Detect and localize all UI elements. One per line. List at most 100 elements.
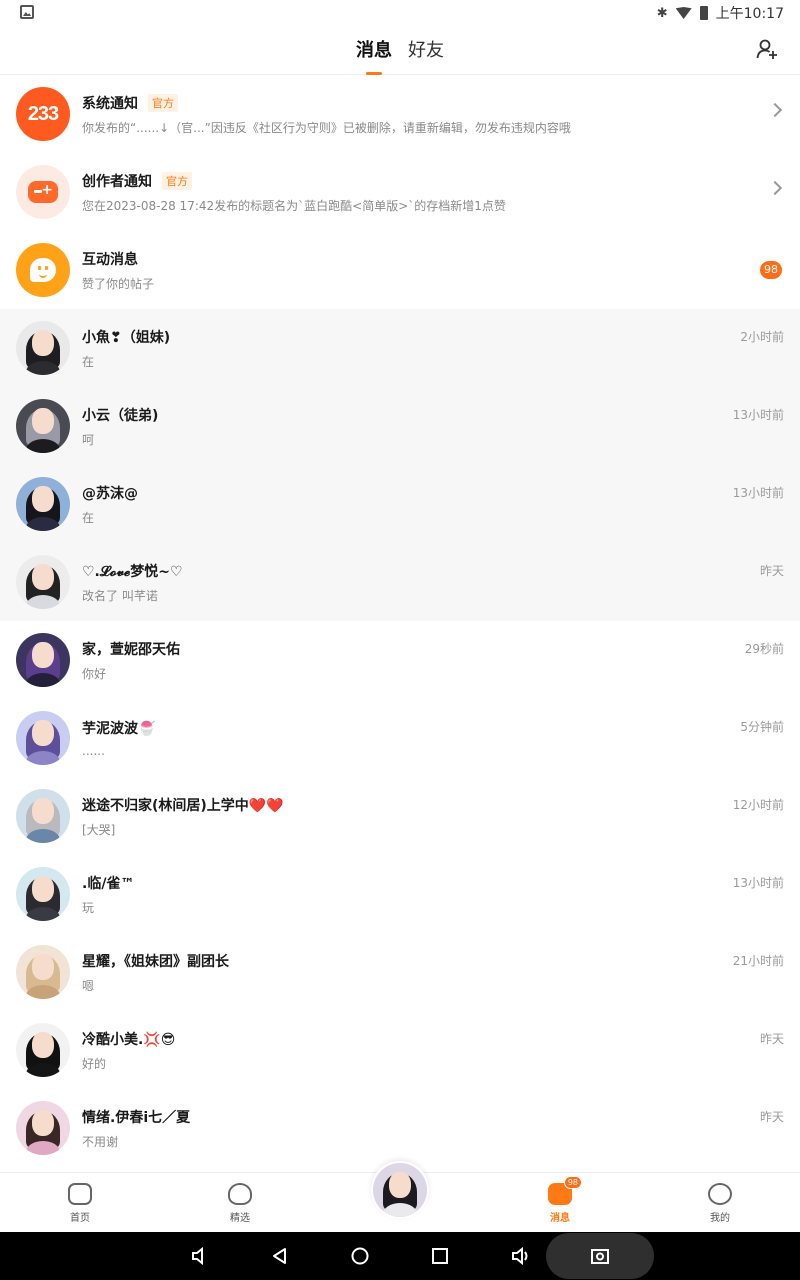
chat-time: 昨天 (759, 1110, 784, 1124)
system-notice-item[interactable]: 233 系统通知 官方 你发布的“......↓（官...”因违反《社区行为守则… (0, 75, 800, 153)
chat-preview: 在 (82, 354, 95, 369)
official-tag: 官方 (148, 93, 178, 112)
add-friend-icon[interactable] (756, 38, 778, 60)
nav-featured[interactable]: 精选 (200, 1183, 280, 1224)
chat-time: 13小时前 (732, 876, 784, 890)
interaction-avatar (16, 243, 70, 297)
chat-preview: 呵 (82, 432, 95, 447)
chat-time: 13小时前 (732, 486, 784, 500)
recents-icon[interactable] (430, 1246, 450, 1266)
volume-up-icon[interactable] (510, 1246, 530, 1266)
chat-name: .临/雀™ (82, 875, 135, 892)
chat-item[interactable]: .临/雀™ 玩 13小时前 (0, 855, 800, 933)
item-name: 互动消息 (82, 251, 138, 268)
item-preview: 赞了你的帖子 (82, 276, 155, 291)
wifi-icon (675, 7, 692, 19)
chat-preview: 在 (82, 510, 95, 525)
chat-preview: 不用谢 (82, 1134, 119, 1149)
chat-time: 昨天 (759, 1032, 784, 1046)
chat-item[interactable]: 冷酷小美.💢😎 好的 昨天 (0, 1011, 800, 1089)
chat-item[interactable]: 芋泥波波🍧 ...... 5分钟前 (0, 699, 800, 777)
chat-name: ♡.𝓛𝓸𝓿𝓮梦悦~♡ (82, 563, 183, 580)
chat-name: 星耀，《姐妹团》副团长 (82, 953, 229, 970)
creator-notice-avatar (16, 165, 70, 219)
system-notice-avatar: 233 (16, 87, 70, 141)
chat-item[interactable]: 家，萱妮邵天佑 你好 29秒前 (0, 621, 800, 699)
item-name: 系统通知 (82, 95, 138, 112)
chat-item[interactable]: 小魚❣（姐妹) 在 2小时前 (0, 309, 800, 387)
bottom-nav: 首页 精选 98 消息 我的 (0, 1161, 800, 1232)
chat-name: @苏沫@ (82, 485, 138, 502)
tab-messages[interactable]: 消息 (356, 36, 392, 62)
avatar (16, 867, 70, 921)
official-tag: 官方 (162, 171, 192, 190)
nav-messages[interactable]: 98 消息 (520, 1176, 600, 1224)
nav-unread-badge: 98 (563, 1176, 582, 1189)
avatar (16, 945, 70, 999)
avatar (16, 555, 70, 609)
chat-preview: 你好 (82, 666, 107, 681)
item-preview: 你发布的“......↓（官...”因违反《社区行为守则》已被删除，请重新编辑，… (82, 120, 571, 135)
avatar (16, 789, 70, 843)
chat-time: 12小时前 (732, 798, 784, 812)
smile-bubble-icon (30, 258, 56, 282)
chat-preview: 玩 (82, 900, 95, 915)
image-notification-icon (20, 5, 34, 19)
back-icon[interactable] (270, 1246, 290, 1266)
home-icon[interactable] (350, 1246, 370, 1266)
gamepad-icon (68, 1183, 92, 1205)
chat-item[interactable]: 迷途不归家(林间居)上学中❤️❤️ [大哭] 12小时前 (0, 777, 800, 855)
message-list: 233 系统通知 官方 你发布的“......↓（官...”因违反《社区行为守则… (0, 75, 800, 1167)
chat-time: 21小时前 (732, 954, 784, 968)
chat-preview: ...... (82, 744, 105, 758)
chat-name: 小魚❣（姐妹) (82, 329, 171, 346)
chat-time: 昨天 (759, 564, 784, 578)
bluetooth-icon: ✱ (656, 5, 668, 21)
header: 消息 好友 (0, 24, 800, 75)
avatar (16, 477, 70, 531)
chat-preview: 嗯 (82, 978, 95, 993)
chat-item[interactable]: 小云（徒弟) 呵 13小时前 (0, 387, 800, 465)
chat-name: 迷途不归家(林间居)上学中❤️❤️ (82, 797, 284, 814)
interaction-notice-item[interactable]: 互动消息 赞了你的帖子 98 (0, 231, 800, 309)
chat-name: 情绪.伊春i七／夏 (82, 1109, 191, 1126)
chat-item[interactable]: 情绪.伊春i七／夏 不用谢 昨天 (0, 1089, 800, 1167)
chat-time: 13小时前 (732, 408, 784, 422)
avatar (16, 321, 70, 375)
chat-preview: 改名了 叫芊诺 (82, 588, 158, 603)
nav-profile[interactable]: 我的 (680, 1183, 760, 1224)
chat-name: 芋泥波波🍧 (82, 721, 156, 737)
avatar (16, 711, 70, 765)
chat-item[interactable]: 星耀，《姐妹团》副团长 嗯 21小时前 (0, 933, 800, 1011)
chat-time: 2小时前 (740, 330, 784, 344)
gamepad-icon (28, 181, 58, 203)
avatar (16, 399, 70, 453)
avatar (16, 1101, 70, 1155)
chat-name: 家，萱妮邵天佑 (82, 641, 180, 658)
battery-icon (699, 6, 708, 20)
chat-item[interactable]: ♡.𝓛𝓸𝓿𝓮梦悦~♡ 改名了 叫芊诺 昨天 (0, 543, 800, 621)
screenshot-icon[interactable] (590, 1246, 610, 1266)
status-time: 上午10:17 (715, 6, 784, 22)
avatar (16, 1023, 70, 1077)
message-icon: 98 (548, 1176, 582, 1205)
status-bar: ✱ 上午10:17 (0, 0, 800, 24)
item-name: 创作者通知 (82, 173, 152, 190)
nav-home[interactable]: 首页 (40, 1183, 120, 1224)
center-avatar-button[interactable] (371, 1161, 429, 1219)
chat-time: 29秒前 (744, 642, 784, 656)
volume-down-icon[interactable] (190, 1246, 210, 1266)
unread-badge: 98 (760, 261, 782, 279)
heart-icon (228, 1183, 252, 1205)
chat-name: 小云（徒弟) (82, 407, 159, 424)
chat-name: 冷酷小美.💢😎 (82, 1031, 176, 1048)
tab-friends[interactable]: 好友 (408, 36, 444, 62)
system-nav-bar (0, 1232, 800, 1280)
chat-preview: 好的 (82, 1056, 107, 1071)
face-icon (708, 1183, 732, 1205)
chat-item[interactable]: @苏沫@ 在 13小时前 (0, 465, 800, 543)
chat-preview: [大哭] (82, 822, 116, 837)
avatar (16, 633, 70, 687)
creator-notice-item[interactable]: 创作者通知 官方 您在2023-08-28 17:42发布的标题名为`蓝白跑酷<… (0, 153, 800, 231)
chat-time: 5分钟前 (740, 720, 784, 734)
